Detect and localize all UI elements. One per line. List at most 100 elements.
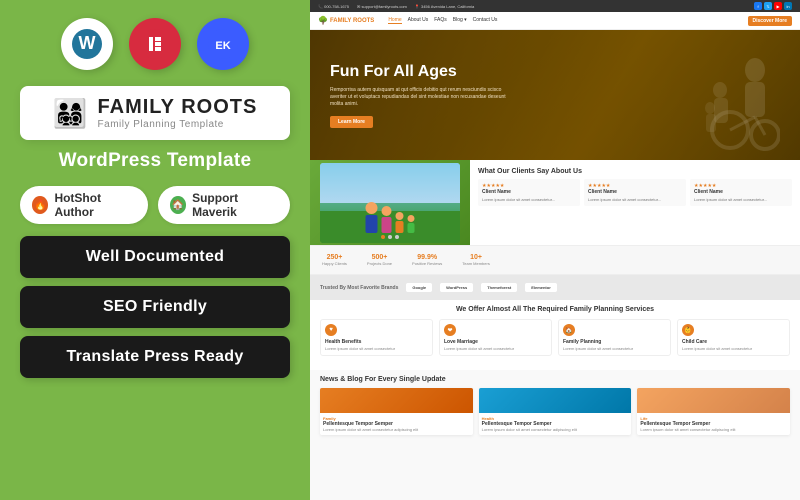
testimonial-name-3: Client Name bbox=[694, 189, 788, 195]
carousel-dot-2 bbox=[388, 235, 392, 239]
nav-faqs: FAQs bbox=[434, 17, 447, 24]
blog-card-1: Family Pellentesque Tempor Semper Lorem … bbox=[320, 388, 473, 435]
mock-services-title: We Offer Almost All The Required Family … bbox=[320, 306, 790, 313]
facebook-social-icon: f bbox=[754, 2, 762, 10]
blog-img-1 bbox=[320, 388, 473, 413]
testimonial-name-1: Client Name bbox=[482, 189, 576, 195]
carousel-dot-1 bbox=[381, 235, 385, 239]
service-icon-1: ♥ bbox=[325, 324, 337, 336]
linkedin-social-icon: in bbox=[784, 2, 792, 10]
elementor-icon bbox=[129, 18, 181, 70]
mock-family-section: What Our Clients Say About Us ★★★★★ Clie… bbox=[310, 160, 800, 245]
translate-press-ready-button[interactable]: Translate Press Ready bbox=[20, 336, 290, 378]
mock-hero-text: Remporrisa autem quisquam at qut officis… bbox=[330, 87, 510, 108]
wp-template-label: WordPress Template bbox=[59, 150, 252, 172]
brand-themeforest: Themeforest bbox=[481, 283, 517, 292]
mock-carousel-dots bbox=[381, 231, 399, 243]
svg-text:W: W bbox=[79, 33, 96, 53]
mock-address: 📍 3456 Avenida Lane, California bbox=[415, 4, 474, 9]
mock-trusted-brands: Trusted By Most Favorite Brands Google W… bbox=[310, 275, 800, 300]
stat-happy-clients: 250+ Happy Clients bbox=[322, 254, 347, 266]
mock-testimonials-title: What Our Clients Say About Us bbox=[478, 168, 792, 175]
brand-google: Google bbox=[406, 283, 432, 292]
blog-content-2: Health Pellentesque Tempor Semper Lorem … bbox=[479, 413, 632, 435]
well-documented-button[interactable]: Well Documented bbox=[20, 236, 290, 278]
blog-text-1: Lorem ipsum dolor sit amet consectetur a… bbox=[323, 427, 470, 432]
stat-label-1: Happy Clients bbox=[322, 261, 347, 266]
testimonial-name-2: Client Name bbox=[588, 189, 682, 195]
carousel-dot-3 bbox=[395, 235, 399, 239]
mock-nav-logo: 🌳 FAMILY ROOTS bbox=[318, 16, 374, 25]
support-maverik-badge: 🏠 Support Maverik bbox=[158, 186, 290, 224]
support-icon: 🏠 bbox=[170, 196, 186, 214]
mock-family-photo bbox=[310, 160, 470, 245]
ek-icon: EK bbox=[197, 18, 249, 70]
service-title-2: Love Marriage bbox=[444, 339, 478, 345]
badges-row: 🔥 HotShot Author 🏠 Support Maverik bbox=[20, 186, 290, 224]
left-panel: W EK 👨‍👩‍👧‍👦 FAMILY ROOTS Family Plannin… bbox=[0, 0, 310, 500]
twitter-social-icon: 𝕏 bbox=[764, 2, 772, 10]
stat-projects: 500+ Projects Done bbox=[367, 254, 392, 266]
service-text-2: Lorem ipsum dolor sit amet consectetur bbox=[444, 346, 514, 351]
support-label: Support Maverik bbox=[192, 191, 278, 219]
hotshot-label: HotShot Author bbox=[54, 191, 135, 219]
seo-friendly-button[interactable]: SEO Friendly bbox=[20, 286, 290, 328]
testimonial-card-3: ★★★★★ Client Name Lorem ipsum dolor sit … bbox=[690, 179, 792, 206]
hero-silhouette-icon bbox=[700, 40, 780, 160]
logo-title: FAMILY ROOTS bbox=[98, 96, 258, 119]
service-title-1: Health Benefits bbox=[325, 339, 361, 345]
mock-testimonial-cards: ★★★★★ Client Name Lorem ipsum dolor sit … bbox=[478, 179, 792, 206]
testimonial-text-1: Lorem ipsum dolor sit amet consectetur..… bbox=[482, 197, 576, 202]
mock-hero-content: Fun For All Ages Remporrisa autem quisqu… bbox=[330, 62, 510, 128]
platform-icons-row: W EK bbox=[61, 18, 249, 70]
mock-hero-title: Fun For All Ages bbox=[330, 62, 510, 81]
service-card-3: 🏠 Family Planning Lorem ipsum dolor sit … bbox=[558, 319, 671, 356]
hotshot-icon: 🔥 bbox=[32, 196, 48, 214]
mock-nav: 🌳 FAMILY ROOTS Home About Us FAQs Blog ▾… bbox=[310, 12, 800, 30]
brand-elementor: Elementor bbox=[525, 283, 557, 292]
mock-phone: 📞 000-758-1675 bbox=[318, 4, 349, 9]
blog-content-3: Life Pellentesque Tempor Semper Lorem ip… bbox=[637, 413, 790, 435]
youtube-social-icon: ▶ bbox=[774, 2, 782, 10]
mock-hero-cta: Learn More bbox=[330, 116, 373, 128]
blog-card-2: Health Pellentesque Tempor Semper Lorem … bbox=[479, 388, 632, 435]
mock-service-cards: ♥ Health Benefits Lorem ipsum dolor sit … bbox=[320, 319, 790, 356]
testimonial-text-2: Lorem ipsum dolor sit amet consectetur..… bbox=[588, 197, 682, 202]
mock-testimonials: What Our Clients Say About Us ★★★★★ Clie… bbox=[470, 160, 800, 245]
service-card-1: ♥ Health Benefits Lorem ipsum dolor sit … bbox=[320, 319, 433, 356]
nav-blog: Blog ▾ bbox=[453, 17, 467, 24]
hotshot-author-badge: 🔥 HotShot Author bbox=[20, 186, 148, 224]
mock-website: 📞 000-758-1675 ✉ support@familyroots.com… bbox=[310, 0, 800, 500]
blog-text-3: Lorem ipsum dolor sit amet consectetur a… bbox=[640, 427, 787, 432]
nav-about: About Us bbox=[408, 17, 429, 24]
mock-nav-links: Home About Us FAQs Blog ▾ Contact Us bbox=[388, 17, 497, 24]
stat-num-1: 250+ bbox=[327, 254, 343, 261]
service-title-3: Family Planning bbox=[563, 339, 601, 345]
service-title-4: Child Care bbox=[682, 339, 707, 345]
brand-wordpress: WordPress bbox=[440, 283, 473, 292]
mock-nav-logo-text: FAMILY ROOTS bbox=[330, 18, 374, 24]
stat-reviews: 99.9% Positive Reviews bbox=[412, 254, 442, 266]
mock-nav-cta: Discover More bbox=[748, 16, 792, 26]
right-panel: 📞 000-758-1675 ✉ support@familyroots.com… bbox=[310, 0, 800, 500]
service-icon-4: 👶 bbox=[682, 324, 694, 336]
service-icon-3: 🏠 bbox=[563, 324, 575, 336]
logo-icon: 👨‍👩‍👧‍👦 bbox=[53, 97, 88, 130]
stat-num-2: 500+ bbox=[372, 254, 388, 261]
nav-contact: Contact Us bbox=[473, 17, 498, 24]
mock-blog-cards: Family Pellentesque Tempor Semper Lorem … bbox=[320, 388, 790, 435]
testimonial-card-1: ★★★★★ Client Name Lorem ipsum dolor sit … bbox=[478, 179, 580, 206]
testimonial-card-2: ★★★★★ Client Name Lorem ipsum dolor sit … bbox=[584, 179, 686, 206]
stat-num-3: 99.9% bbox=[417, 254, 437, 261]
mock-stats-bar: 250+ Happy Clients 500+ Projects Done 99… bbox=[310, 245, 800, 275]
logo-box: 👨‍👩‍👧‍👦 FAMILY ROOTS Family Planning Tem… bbox=[20, 86, 290, 140]
mock-hero: Fun For All Ages Remporrisa autem quisqu… bbox=[310, 30, 800, 160]
mock-email: ✉ support@familyroots.com bbox=[357, 4, 407, 9]
testimonial-text-3: Lorem ipsum dolor sit amet consectetur..… bbox=[694, 197, 788, 202]
stat-team: 10+ Team Members bbox=[462, 254, 490, 266]
stat-label-3: Positive Reviews bbox=[412, 261, 442, 266]
service-text-1: Lorem ipsum dolor sit amet consectetur bbox=[325, 346, 395, 351]
blog-content-1: Family Pellentesque Tempor Semper Lorem … bbox=[320, 413, 473, 435]
service-text-4: Lorem ipsum dolor sit amet consectetur bbox=[682, 346, 752, 351]
logo-text-block: FAMILY ROOTS Family Planning Template bbox=[98, 96, 258, 130]
